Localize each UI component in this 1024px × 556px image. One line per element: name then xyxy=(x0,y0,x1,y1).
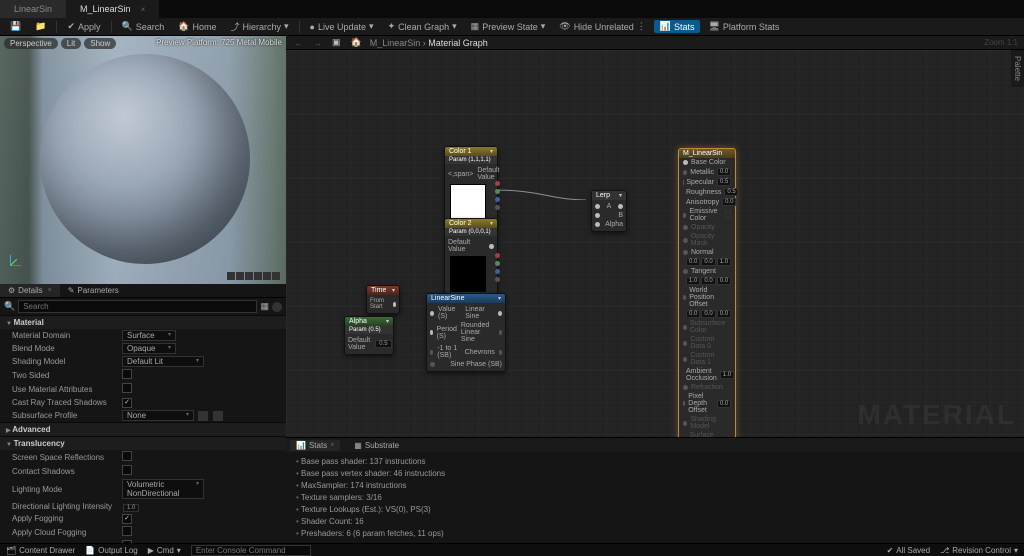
browse-button[interactable]: 📁 xyxy=(29,20,52,33)
color1-swatch[interactable] xyxy=(450,184,486,220)
shading-model-dd[interactable]: Default Lit xyxy=(122,356,204,367)
home-graph-icon[interactable]: 🏠 xyxy=(349,37,364,48)
cmd-button[interactable]: ▶ Cmd ▾ xyxy=(148,546,181,555)
node-output[interactable]: M_LinearSin Base Color Metallic0.0 Specu… xyxy=(678,148,736,437)
details-search-input[interactable] xyxy=(18,300,257,313)
toolbar: 💾 📁 ✔ Apply 🔍 Search 🏠 Home ⤴ Hierarchy … xyxy=(0,18,1024,36)
preview-sphere xyxy=(40,54,250,264)
search-button[interactable]: 🔍 Search xyxy=(116,20,171,33)
lit-pill[interactable]: Lit xyxy=(61,38,81,49)
perspective-pill[interactable]: Perspective xyxy=(4,38,58,49)
revision-control-button[interactable]: ⎇ Revision Control ▾ xyxy=(940,546,1018,555)
subsurf-dd[interactable]: None xyxy=(122,410,194,421)
node-time[interactable]: Time▾ From Start xyxy=(366,285,400,314)
cat-advanced[interactable]: Advanced xyxy=(0,422,286,436)
node-color1[interactable]: Color 1▾ Param (1,1,1,1) <,span>Default … xyxy=(444,146,498,225)
blend-mode-dd[interactable]: Opaque xyxy=(122,343,176,354)
all-saved-label[interactable]: ✔ All Saved xyxy=(887,546,931,555)
preview-platform-text: Preview Platform: 725 Metal Mobile xyxy=(156,38,282,47)
preview-viewport[interactable]: Perspective Lit Show Preview Platform: 7… xyxy=(0,36,286,284)
stats-button[interactable]: 📊 Stats xyxy=(654,20,701,33)
stats-panel-tab[interactable]: 📊 Stats× xyxy=(290,440,340,451)
console-input[interactable] xyxy=(191,545,311,556)
details-tab[interactable]: ⚙ Details× xyxy=(0,284,60,297)
parameters-tab[interactable]: ✎ Parameters xyxy=(60,284,127,297)
content-drawer-button[interactable]: 🗂 Content Drawer xyxy=(6,546,75,555)
live-update-button[interactable]: ● Live Update ▾ xyxy=(304,20,380,33)
cat-material[interactable]: Material xyxy=(0,315,286,329)
two-sided-chk[interactable] xyxy=(122,369,132,379)
axis-gizmo[interactable] xyxy=(6,252,24,270)
details-panel[interactable]: Material Material DomainSurface Blend Mo… xyxy=(0,315,286,543)
status-bar: 🗂 Content Drawer 📄 Output Log ▶ Cmd ▾ ✔ … xyxy=(0,543,1024,556)
filter-icon[interactable]: ▦ xyxy=(260,301,269,312)
hide-unrelated-button[interactable]: 👁 Hide Unrelated ⋮ xyxy=(553,20,651,33)
substrate-panel-tab[interactable]: ▦ Substrate xyxy=(348,440,405,451)
output-log-button[interactable]: 📄 Output Log xyxy=(85,546,138,555)
node-linearsine[interactable]: LinearSine▾ Value (S)Linear Sine Period … xyxy=(426,293,506,372)
node-lerp[interactable]: Lerp▾ A B Alpha xyxy=(591,190,627,232)
zoom-label: Zoom 1:1 xyxy=(984,38,1018,47)
tab-m-linearsin[interactable]: M_LinearSin× xyxy=(66,0,159,18)
node-alpha[interactable]: Alpha▾ Param (0.5) Default Value0.5 xyxy=(344,316,394,355)
home-button[interactable]: 🏠 Home xyxy=(172,20,222,33)
apply-button[interactable]: ✔ Apply xyxy=(61,20,106,33)
save-button[interactable]: 💾 xyxy=(4,20,27,33)
hierarchy-button[interactable]: ⤴ Hierarchy ▾ xyxy=(224,19,294,34)
nav-fwd-icon: → xyxy=(311,38,324,48)
platform-stats-button[interactable]: 🖥 Platform Stats xyxy=(702,20,785,33)
show-pill[interactable]: Show xyxy=(84,38,116,49)
close-tab-icon[interactable]: × xyxy=(141,5,146,14)
node-color2[interactable]: Color 2▾ Param (0,0,0,1) Default Value xyxy=(444,218,498,297)
cast-ray-chk[interactable] xyxy=(122,398,132,408)
watermark: MATERIAL xyxy=(857,399,1016,431)
material-graph[interactable]: Color 1▾ Param (1,1,1,1) <,span>Default … xyxy=(286,50,1024,437)
tab-linearsin[interactable]: LinearSin xyxy=(0,0,66,18)
preview-state-button[interactable]: ▦ Preview State ▾ xyxy=(465,20,552,33)
search-icon: 🔍 xyxy=(4,301,15,312)
color2-swatch[interactable] xyxy=(450,256,486,292)
lighting-mode-dd[interactable]: Volumetric NonDirectional xyxy=(122,479,204,499)
cat-translucency[interactable]: Translucency xyxy=(0,436,286,450)
nav-back-icon[interactable]: ← xyxy=(292,38,305,48)
stats-body: Base pass shader: 137 instructions Base … xyxy=(286,452,1024,543)
clean-graph-button[interactable]: ✦ Clean Graph ▾ xyxy=(382,20,463,33)
material-domain-dd[interactable]: Surface xyxy=(122,330,176,341)
use-matattr-chk[interactable] xyxy=(122,383,132,393)
breadcrumb[interactable]: M_LinearSin › Material Graph xyxy=(370,38,488,48)
preview-shape-icons[interactable] xyxy=(227,272,280,280)
graph-tree-icon[interactable]: ▣ xyxy=(330,37,343,48)
settings-icon[interactable] xyxy=(272,302,282,312)
palette-tab[interactable]: Palette xyxy=(1011,50,1024,87)
